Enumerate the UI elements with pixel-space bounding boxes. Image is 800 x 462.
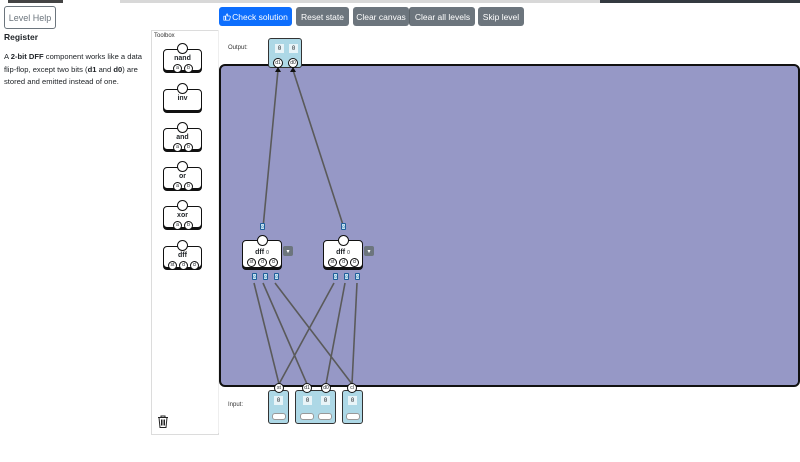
toolbox-item-or[interactable]: or a b xyxy=(163,161,202,191)
component-label: dff 0 xyxy=(336,249,350,256)
component-label: dff 0 xyxy=(255,249,269,256)
input-toggle-cl[interactable] xyxy=(346,413,360,420)
input-label: Input: xyxy=(228,402,244,408)
input-pin-d[interactable]: d xyxy=(179,261,188,270)
input-pin-a[interactable]: a xyxy=(173,143,182,152)
pin-arrow xyxy=(290,67,296,72)
input-box-d: 0 0 xyxy=(295,390,336,424)
output-value-d1: 0 xyxy=(275,44,284,53)
output-pin[interactable] xyxy=(177,240,188,251)
input-probe: 0 xyxy=(344,273,349,280)
output-label: Output: xyxy=(228,45,248,51)
top-tab-dark xyxy=(600,0,800,3)
input-value-cl: 0 xyxy=(348,396,357,405)
trash-icon[interactable] xyxy=(157,415,169,428)
clear-canvas-button[interactable]: Clear canvas xyxy=(353,7,409,26)
input-pin-cl[interactable]: cl xyxy=(350,258,359,267)
canvas-dff-1[interactable]: dff 0 st d cl xyxy=(323,235,363,268)
component-label: nand xyxy=(174,55,191,62)
input-pin-st[interactable]: st xyxy=(168,261,177,270)
level-description: A 2-bit DFF component works like a data … xyxy=(4,52,143,86)
input-pin-b[interactable]: b xyxy=(184,182,193,191)
check-solution-button[interactable]: Check solution xyxy=(219,7,292,26)
circuit-board[interactable] xyxy=(219,64,800,387)
output-box: 0 0 d1 d0 xyxy=(268,38,302,68)
toolbox-item-xor[interactable]: xor a b xyxy=(163,200,202,230)
input-probe: 0 xyxy=(333,273,338,280)
input-pin-b[interactable]: b xyxy=(184,143,193,152)
input-pin-st[interactable]: st xyxy=(247,258,256,267)
input-pin-d1[interactable]: d1 xyxy=(302,383,312,393)
pin-arrow xyxy=(275,67,281,72)
component-label: or xyxy=(179,173,186,180)
input-value-d0: 0 xyxy=(321,396,330,405)
output-probe: 0 xyxy=(341,223,346,230)
reset-state-button[interactable]: Reset state xyxy=(296,7,349,26)
input-pin-b[interactable]: b xyxy=(184,221,193,230)
input-probe: 0 xyxy=(252,273,257,280)
toolbox-item-and[interactable]: and a b xyxy=(163,122,202,152)
output-pin[interactable] xyxy=(177,122,188,133)
top-tab-active xyxy=(8,0,63,3)
input-pin-d[interactable]: d xyxy=(258,258,267,267)
input-pin-b[interactable]: b xyxy=(184,64,193,73)
input-toggle-st[interactable] xyxy=(272,413,286,420)
input-pin-cl[interactable]: cl xyxy=(347,383,357,393)
component-menu-button[interactable]: ▾ xyxy=(283,246,293,256)
input-value-d1: 0 xyxy=(303,396,312,405)
output-value-d0: 0 xyxy=(289,44,298,53)
component-menu-button[interactable]: ▾ xyxy=(364,246,374,256)
input-pin-cl[interactable]: cl xyxy=(269,258,278,267)
skip-level-button[interactable]: Skip level xyxy=(478,7,524,26)
input-pin-d[interactable]: d xyxy=(339,258,348,267)
input-probe: 0 xyxy=(263,273,268,280)
input-toggle-d1[interactable] xyxy=(300,413,314,420)
output-pin[interactable] xyxy=(177,161,188,172)
clear-all-levels-button[interactable]: Clear all levels xyxy=(409,7,475,26)
level-help-button[interactable]: Level Help xyxy=(4,6,56,29)
output-pin[interactable] xyxy=(177,200,188,211)
component-label: inv xyxy=(177,95,188,102)
output-pin[interactable] xyxy=(257,235,268,246)
component-label: and xyxy=(176,134,189,141)
output-pin[interactable] xyxy=(338,235,349,246)
top-strip xyxy=(0,0,800,3)
input-toggle-d0[interactable] xyxy=(318,413,332,420)
input-pin-a[interactable]: a xyxy=(173,221,182,230)
input-probe: 0 xyxy=(274,273,279,280)
canvas-dff-0[interactable]: dff 0 st d cl xyxy=(242,235,282,268)
toolbox-item-nand[interactable]: nand a b xyxy=(163,43,202,73)
component-label: xor xyxy=(177,212,188,219)
input-pin-d0[interactable]: d0 xyxy=(321,383,331,393)
top-tab-bar xyxy=(120,0,600,3)
check-solution-label: Check solution xyxy=(232,11,288,22)
toolbox-item-inv[interactable]: inv xyxy=(163,83,202,111)
input-pin-cl[interactable]: cl xyxy=(190,261,199,270)
input-pin-st[interactable]: st xyxy=(328,258,337,267)
input-pin-a[interactable]: a xyxy=(173,64,182,73)
level-title: Register xyxy=(4,32,39,42)
thumbs-up-icon xyxy=(223,12,231,21)
input-pin-st[interactable]: st xyxy=(274,383,284,393)
input-value-st: 0 xyxy=(274,396,283,405)
output-pin[interactable] xyxy=(177,43,188,54)
input-pin-a[interactable]: a xyxy=(173,182,182,191)
toolbox-label: Toolbox xyxy=(154,33,175,39)
input-box-st: 0 xyxy=(268,390,289,424)
output-pin[interactable] xyxy=(177,83,188,94)
input-probe: 0 xyxy=(355,273,360,280)
output-probe: 0 xyxy=(260,223,265,230)
input-box-cl: 0 xyxy=(342,390,363,424)
component-label: dff xyxy=(178,252,187,259)
toolbox-item-dff[interactable]: dff st d cl xyxy=(163,240,202,270)
